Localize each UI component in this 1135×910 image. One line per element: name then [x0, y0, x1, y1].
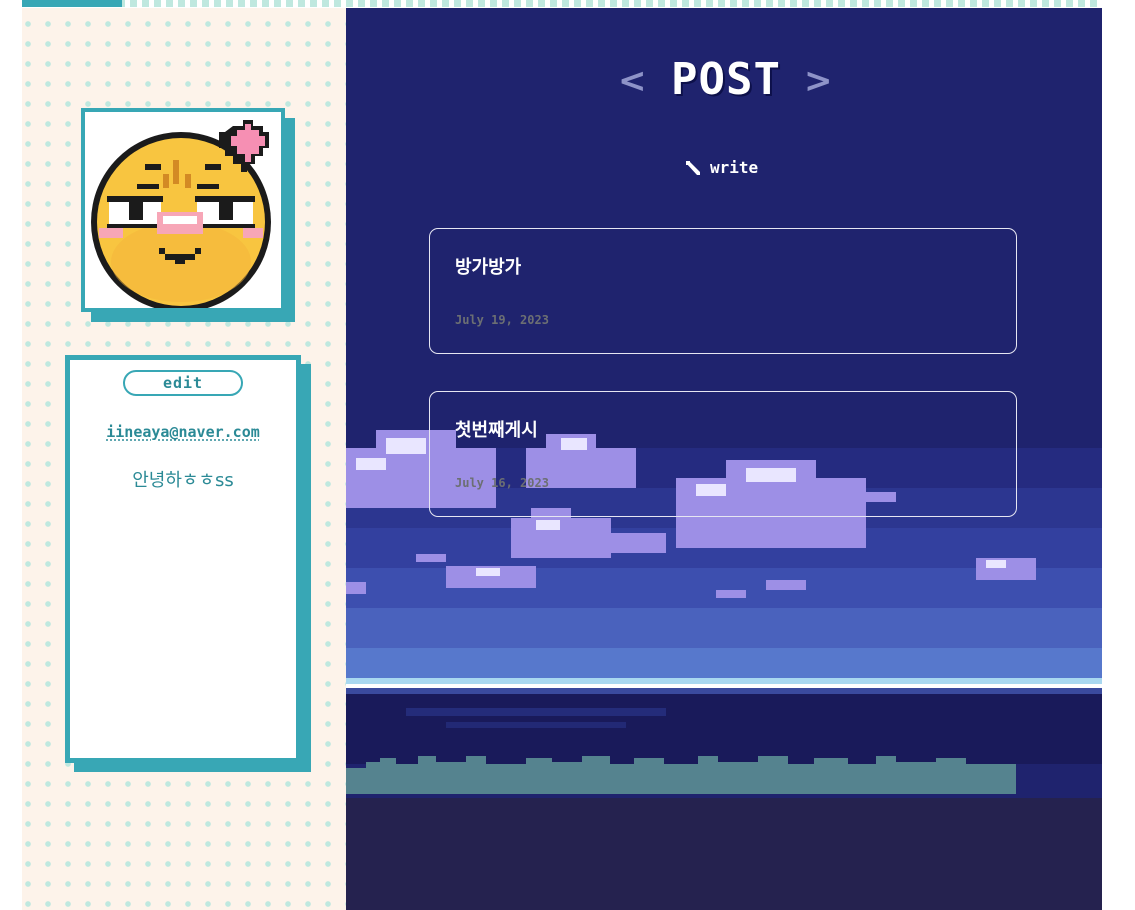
post-date: July 16, 2023 — [455, 476, 549, 490]
write-button[interactable]: write — [684, 158, 758, 177]
top-border-accent — [22, 0, 122, 7]
write-label: write — [710, 158, 759, 177]
pencil-icon — [686, 160, 700, 175]
profile-greeting: 안녕하ㅎㅎss — [132, 470, 234, 491]
profile-card: edit iineaya@naver.com 안녕하ㅎㅎss — [65, 355, 301, 763]
avatar-container — [81, 108, 295, 322]
avatar — [81, 108, 285, 312]
edit-button[interactable]: edit — [123, 370, 243, 396]
sidebar: edit iineaya@naver.com 안녕하ㅎㅎss — [22, 8, 346, 910]
post-title: 방가방가 — [455, 257, 522, 278]
page-title: POST — [671, 54, 781, 105]
post-board: < POST > write 방가방가 July 19, 2023 첫번째게시 … — [346, 8, 1102, 910]
prev-arrow-icon[interactable]: < — [618, 64, 647, 98]
top-border — [22, 0, 1102, 7]
next-arrow-icon[interactable]: > — [804, 64, 833, 98]
post-title: 첫번째게시 — [455, 420, 538, 441]
profile-card-container: edit iineaya@naver.com 안녕하ㅎㅎss — [65, 355, 311, 775]
post-date: July 19, 2023 — [455, 313, 549, 327]
avatar-smiley-icon — [91, 120, 271, 308]
post-card[interactable]: 방가방가 July 19, 2023 — [429, 228, 1017, 354]
post-card[interactable]: 첫번째게시 July 16, 2023 — [429, 391, 1017, 517]
email-link[interactable]: iineaya@naver.com — [70, 423, 296, 441]
